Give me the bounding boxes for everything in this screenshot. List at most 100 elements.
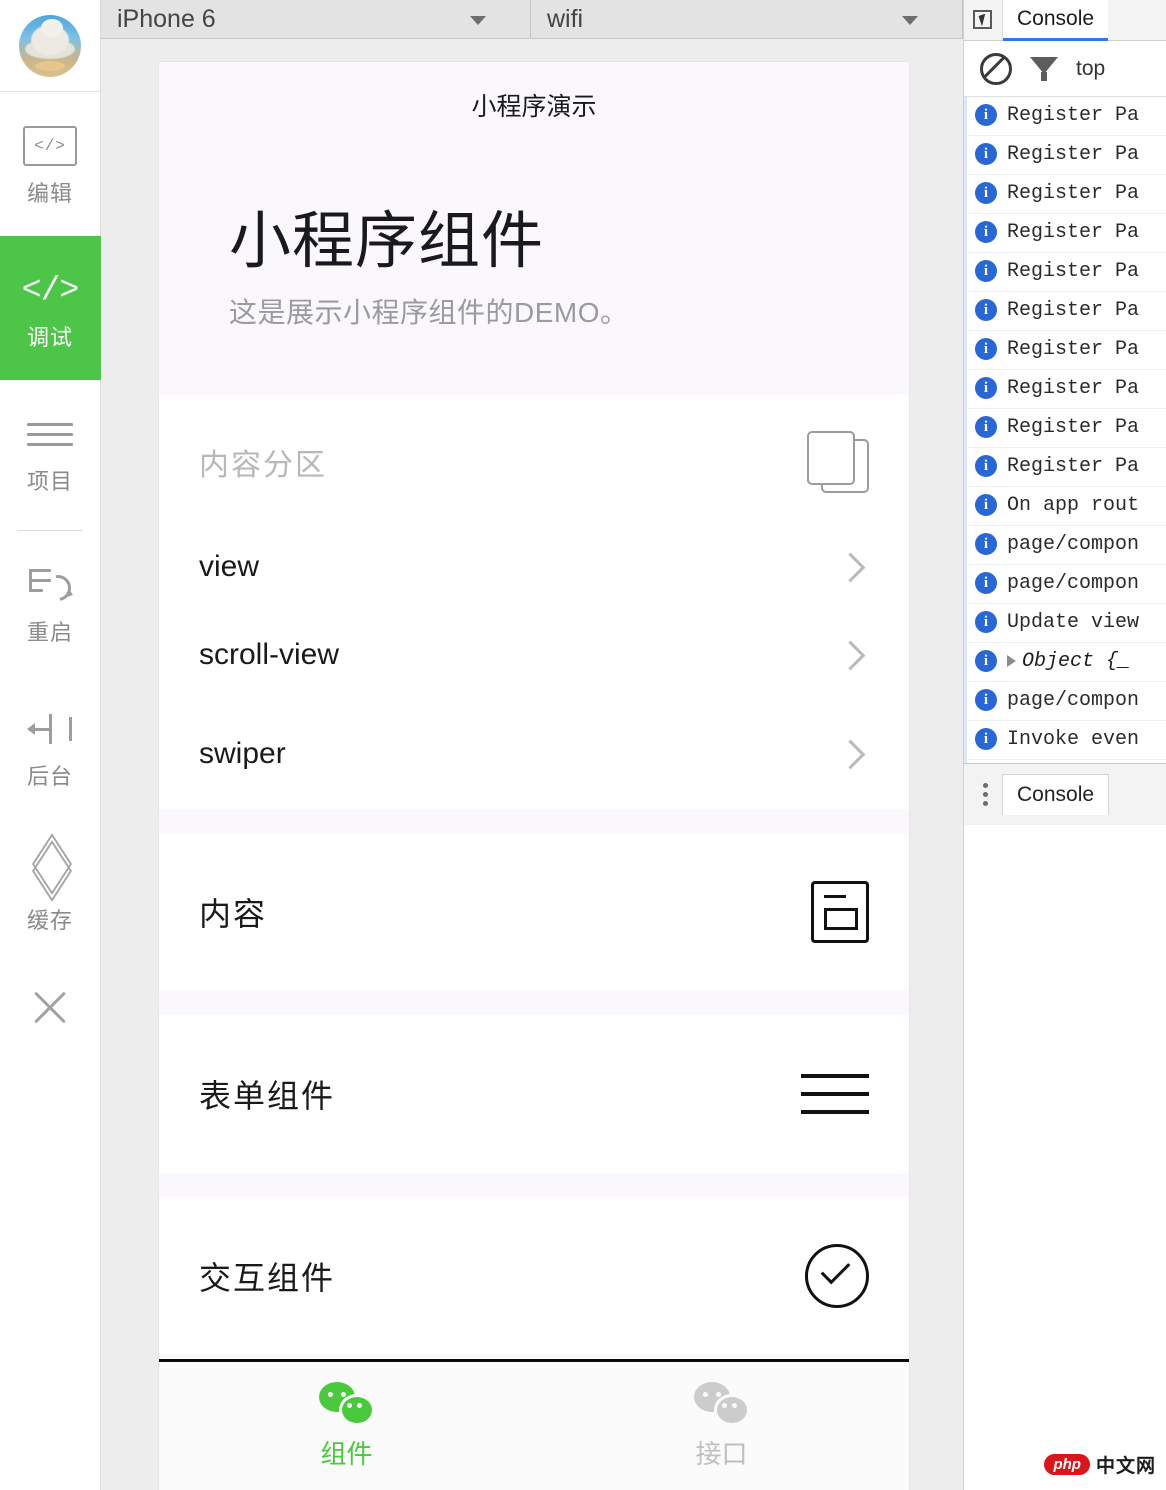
console-row[interactable]: i Register Pa — [964, 409, 1166, 448]
device-select[interactable]: iPhone 6 — [101, 0, 531, 38]
console-row-object[interactable]: i Object {_ — [964, 643, 1166, 682]
tab-label: 接口 — [695, 1434, 747, 1471]
drawer-tab-console[interactable]: Console — [1002, 774, 1109, 815]
section-form-components[interactable]: 表单组件 — [159, 1015, 909, 1173]
close-icon — [27, 985, 73, 1031]
hamburger-icon — [27, 411, 73, 457]
console-row[interactable]: iRegister Pa — [964, 370, 1166, 409]
console-row[interactable]: iInvoke even — [964, 721, 1166, 760]
list-item[interactable]: swiper — [159, 699, 909, 809]
hero-subtitle: 这是展示小程序组件的DEMO。 — [229, 291, 839, 331]
list-item[interactable]: view — [159, 523, 909, 611]
console-row[interactable]: ipage/compon — [964, 526, 1166, 565]
console-row-text: Register Pa — [1007, 414, 1139, 442]
chevron-down-icon — [902, 16, 918, 25]
console-row[interactable]: ipage/compon — [964, 565, 1166, 604]
section-interaction-components[interactable]: 交互组件 — [159, 1197, 909, 1355]
console-context-selector[interactable]: top — [1076, 57, 1105, 81]
hero-block: 小程序组件 这是展示小程序组件的DEMO。 — [159, 148, 909, 371]
console-row[interactable]: iRegister Pa — [964, 253, 1166, 292]
avatar-container[interactable] — [0, 0, 100, 92]
console-row-text: page/compon — [1007, 687, 1139, 715]
sidebar-item-edit[interactable]: </> 编辑 — [0, 92, 101, 236]
devtools-panel: Console top iRegister Pa iRegister Pa iR… — [963, 0, 1166, 1490]
chevron-right-icon — [836, 552, 866, 582]
console-row[interactable]: i Register Pa — [964, 175, 1166, 214]
phone-screen: 小程序演示 小程序组件 这是展示小程序组件的DEMO。 内容分区 view — [159, 62, 909, 1490]
info-icon: i — [975, 182, 997, 204]
info-icon: i — [975, 416, 997, 438]
devtools-drawer-tabbar: Console — [964, 763, 1166, 825]
info-icon: i — [975, 338, 997, 360]
devtools-drawer-body: php 中文网 — [964, 825, 1166, 1490]
page-title: 小程序演示 — [471, 87, 596, 123]
kebab-menu-icon[interactable] — [974, 783, 996, 806]
console-row-text: Register Pa — [1007, 102, 1139, 130]
console-row-text: Register Pa — [1007, 180, 1139, 208]
sidebar-item-background[interactable]: 后台 — [0, 675, 101, 819]
tab-api[interactable]: 接口 — [534, 1362, 909, 1490]
phone-tabbar: 组件 接口 — [159, 1359, 909, 1490]
section-gap — [159, 1173, 909, 1197]
info-icon: i — [975, 611, 997, 633]
console-row[interactable]: iRegister Pa — [964, 97, 1166, 136]
network-select[interactable]: wifi — [531, 0, 963, 38]
info-icon: i — [975, 299, 997, 321]
sidebar-item-close[interactable] — [0, 963, 101, 1053]
sidebar-item-label: 编辑 — [27, 183, 73, 205]
console-row-text[interactable]: Object {_ — [1007, 648, 1130, 676]
filter-icon[interactable] — [1030, 55, 1058, 83]
sidebar-item-project[interactable]: 项目 — [0, 380, 101, 524]
console-row-text: On app rout — [1007, 492, 1139, 520]
console-row[interactable]: iOn app rout — [964, 487, 1166, 526]
avatar-horizon — [35, 61, 65, 71]
sidebar-item-cache[interactable]: 缓存 — [0, 819, 101, 963]
layers-icon — [24, 850, 76, 896]
list-item-label: view — [199, 550, 259, 584]
wechat-bubbles-icon — [319, 1382, 375, 1426]
info-icon: i — [975, 650, 997, 672]
section-title: 表单组件 — [199, 1071, 335, 1117]
console-row[interactable]: iRegister Pa — [964, 448, 1166, 487]
content-box-icon — [811, 881, 869, 943]
console-toolbar: top — [964, 41, 1166, 97]
list-item[interactable]: scroll-view — [159, 611, 909, 699]
sidebar-item-label: 调试 — [27, 327, 73, 349]
console-log-list[interactable]: i Register Pa i Register Pa i Register Pa i… — [964, 97, 1166, 763]
inspect-cursor-icon[interactable] — [964, 0, 1003, 40]
info-icon: i — [975, 377, 997, 399]
console-row-text: page/compon — [1007, 531, 1139, 559]
tab-console[interactable]: Console — [1003, 0, 1108, 41]
phone-navbar: 小程序演示 — [159, 62, 909, 148]
sidebar-item-label: 重启 — [27, 622, 73, 644]
avatar-cloud-top — [41, 19, 63, 37]
console-row[interactable]: ipage/compon — [964, 682, 1166, 721]
section-content[interactable]: 内容 — [159, 833, 909, 991]
section-content-partition: 内容分区 view scroll-view swiper — [159, 395, 909, 809]
chevron-right-icon — [836, 739, 866, 769]
three-lines-icon — [801, 1074, 869, 1114]
watermark-text: 中文网 — [1096, 1451, 1156, 1478]
expand-triangle-icon[interactable] — [1007, 655, 1016, 667]
tab-components[interactable]: 组件 — [159, 1362, 534, 1490]
app-root: </> 编辑 </> 调试 项目 重启 — [0, 0, 1166, 1490]
avatar[interactable] — [19, 15, 81, 77]
info-icon: i — [975, 221, 997, 243]
section-header: 内容 — [159, 833, 909, 991]
console-row[interactable]: iRegister Pa — [964, 292, 1166, 331]
info-icon: i — [975, 572, 997, 594]
console-row-text: Update view — [1007, 609, 1139, 637]
console-row[interactable]: iRegister Pa — [964, 136, 1166, 175]
console-row[interactable]: i Update view — [964, 604, 1166, 643]
watermark-badge: php — [1044, 1454, 1090, 1475]
clear-console-icon[interactable] — [980, 53, 1012, 85]
section-gap — [159, 809, 909, 833]
info-icon: i — [975, 260, 997, 282]
console-row[interactable]: iRegister Pa — [964, 331, 1166, 370]
console-row[interactable]: iRegister Pa — [964, 214, 1166, 253]
sidebar-item-restart[interactable]: 重启 — [0, 531, 101, 675]
sidebar-item-debug[interactable]: </> 调试 — [0, 236, 101, 380]
check-circle-icon — [805, 1244, 869, 1308]
list-item-label: scroll-view — [199, 638, 339, 672]
list-item-label: swiper — [199, 737, 286, 771]
